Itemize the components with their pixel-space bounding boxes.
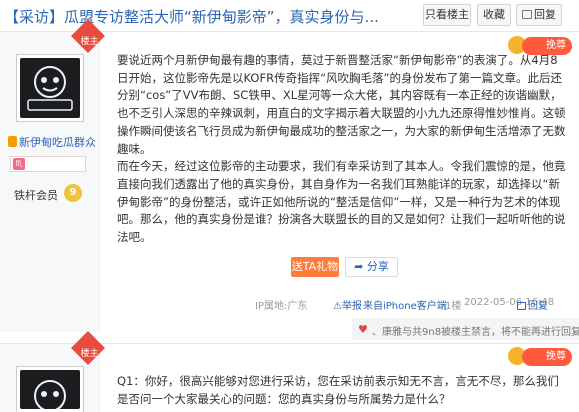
favorite-button[interactable]: 收藏 [477, 4, 511, 26]
post-paragraph: 要说近两个月新伊甸最有趣的事情，莫过于新晋整活家“新伊甸影帝”的表演了。从4月8… [117, 53, 566, 156]
only-op-button[interactable]: 只看楼主 [423, 4, 471, 26]
heart-icon: ♥ [358, 323, 368, 336]
reply-icon [517, 302, 526, 310]
post-content: 要说近两个月新伊甸最有趣的事情，莫过于新晋整活家“新伊甸影帝”的表演了。从4月8… [117, 52, 569, 247]
client-link[interactable]: 来自iPhone客户端 [363, 297, 447, 312]
reply-button[interactable]: 回复 [516, 4, 562, 26]
send-gift-button[interactable]: 送TA礼物 [291, 257, 339, 277]
author-sidebar: 楼主 新伊甸吃瓜群众 ♏ 铁杆会员 9 [0, 19, 105, 332]
author-name-label: 新伊甸吃瓜群众 [19, 136, 96, 149]
member-level-badge[interactable]: 9 [64, 184, 82, 202]
avatar-logo-icon [27, 66, 73, 111]
author-name[interactable]: 新伊甸吃瓜群众 [8, 134, 96, 150]
share-button[interactable]: ➦ 分享 [345, 257, 398, 277]
avatar[interactable] [16, 54, 84, 122]
thread-title[interactable]: 【采访】瓜盟专访整活大师“新伊甸影帝”，真实身份与... [4, 6, 379, 27]
report-link[interactable]: ⚠举报 [333, 297, 362, 312]
post-content-2: Q1：你好，很高兴能够对您进行采访，您在采访前表示知无不言，言无不尽，那么我们是… [117, 373, 569, 408]
gender-icon: ♏ [13, 158, 25, 170]
vip-tag-2[interactable]: 挽尊 [522, 348, 572, 366]
share-icon: ➦ [354, 260, 367, 273]
report-icon: ⚠ [333, 301, 342, 312]
post-reply-link[interactable]: 回复 [517, 297, 548, 312]
post-reply-label: 回复 [528, 301, 548, 312]
likes-bar: ♥ 、康雅与共9n8被楼主禁言，将不能再进行回复 [352, 318, 579, 340]
post-paragraph: Q1：你好，很高兴能够对您进行采访，您在采访前表示知无不言，言无不尽，那么我们是… [117, 374, 559, 406]
floor-number: 1楼 [445, 301, 462, 312]
post-paragraph: 而在今天，经过这位影帝的主动要求，我们有幸采访到了其本人。令我们震惊的是，他竟直… [117, 159, 566, 245]
reply-icon [522, 10, 532, 19]
report-label: 举报 [341, 301, 362, 312]
member-level-label: 铁杆会员 [14, 189, 58, 202]
op-badge-2: 楼主 [71, 331, 105, 365]
reply-button-label: 回复 [534, 8, 556, 21]
ip-location: IP属地:广东 [255, 301, 308, 312]
user-tag-box: ♏ [10, 156, 86, 172]
share-label: 分享 [366, 260, 389, 273]
likes-text: 、康雅与共9n8被楼主禁言，将不能再进行回复 [372, 327, 579, 338]
author-sidebar-2: 楼主 [0, 331, 105, 412]
user-level-icon [8, 136, 17, 147]
avatar-2[interactable] [16, 366, 84, 412]
avatar-logo-icon [34, 380, 66, 409]
